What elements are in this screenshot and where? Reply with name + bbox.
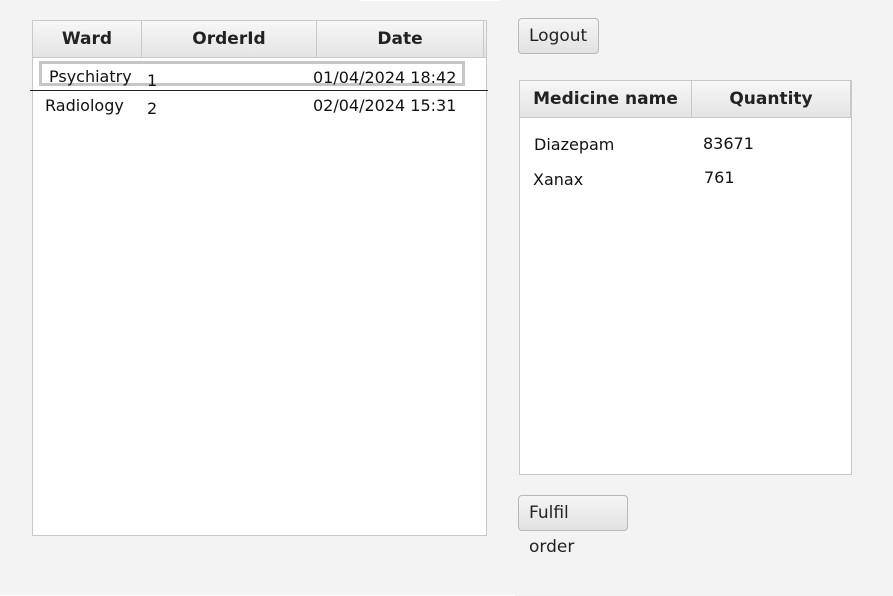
row-divider xyxy=(30,90,488,91)
medicine-row-2-name[interactable]: Xanax xyxy=(533,170,583,189)
order-row-2-ward[interactable]: Radiology xyxy=(45,96,124,115)
medicine-row-2-quantity[interactable]: 761 xyxy=(704,168,735,187)
order-row-2-date[interactable]: 02/04/2024 15:31 xyxy=(313,96,456,115)
order-row-1-date[interactable]: 01/04/2024 18:42 xyxy=(313,68,456,87)
column-header-orderid[interactable]: OrderId xyxy=(142,21,317,57)
orders-table[interactable]: Ward OrderId Date Psychiatry 1 01/04/202… xyxy=(30,20,488,536)
column-header-medicine-name[interactable]: Medicine name xyxy=(520,81,692,117)
fulfil-order-button[interactable]: Fulfil order xyxy=(518,495,628,557)
top-edge-strip xyxy=(360,0,500,1)
medicine-row-1-quantity[interactable]: 83671 xyxy=(703,134,754,153)
order-row-1-orderid[interactable]: 1 xyxy=(147,71,157,90)
orders-table-header: Ward OrderId Date xyxy=(33,21,486,58)
column-header-ward[interactable]: Ward xyxy=(33,21,142,57)
order-row-1-ward[interactable]: Psychiatry xyxy=(49,67,132,86)
logout-button[interactable]: Logout xyxy=(518,18,599,54)
medicine-table-header: Medicine name Quantity xyxy=(520,81,851,118)
medicine-table[interactable]: Medicine name Quantity Diazepam 83671 Xa… xyxy=(519,80,852,475)
medicine-row-1-name[interactable]: Diazepam xyxy=(534,135,614,154)
order-row-2-orderid[interactable]: 2 xyxy=(147,99,157,118)
column-header-quantity[interactable]: Quantity xyxy=(692,81,851,117)
column-header-date[interactable]: Date xyxy=(317,21,484,57)
